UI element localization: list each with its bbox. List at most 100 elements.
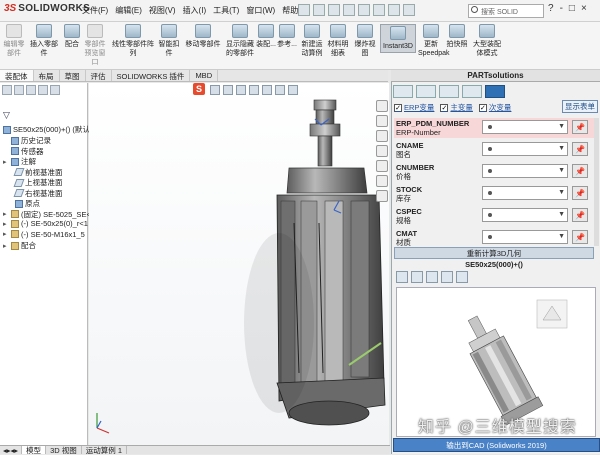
tree-item[interactable]: 原点 — [7, 198, 40, 209]
checkbox[interactable]: ✓ — [394, 103, 402, 112]
tree-item[interactable]: ▸ 注解 — [3, 156, 36, 167]
expand-arrow-icon[interactable]: ▸ — [3, 230, 9, 238]
property-manager-tab-icon[interactable] — [14, 85, 24, 95]
save-icon[interactable] — [328, 4, 340, 16]
command-tab[interactable]: 装配体 — [0, 70, 34, 81]
command-button[interactable]: 拍快照 — [446, 24, 468, 49]
open-file-icon[interactable] — [313, 4, 325, 16]
property-value-dropdown[interactable]: ▼ — [482, 208, 568, 222]
tree-item[interactable]: ▸ 配合 — [3, 240, 36, 251]
minimize-button[interactable]: - — [560, 3, 563, 14]
property-value-dropdown[interactable]: ▼ — [482, 142, 568, 156]
appearances-icon[interactable] — [376, 160, 388, 172]
command-button[interactable]: 移动零部件 — [182, 24, 224, 49]
command-tab[interactable]: 布局 — [34, 70, 60, 81]
tree-item[interactable]: ▸ (固定) SE-5025_SE< — [3, 209, 91, 220]
menu-item[interactable]: 文件(F) — [82, 5, 108, 16]
help-icon[interactable] — [485, 85, 505, 98]
menu-item[interactable]: 视图(V) — [149, 5, 176, 16]
close-button[interactable]: × — [581, 3, 587, 14]
command-button[interactable]: 插入零部件 — [28, 24, 60, 58]
partsolutions-tab-icon[interactable] — [376, 190, 388, 202]
tree-item[interactable]: 上视基准面 — [7, 177, 63, 188]
preview-home-icon[interactable] — [396, 271, 408, 283]
tree-item[interactable]: 传感器 — [3, 146, 44, 157]
command-button[interactable]: 大型装配体模式 — [470, 24, 504, 58]
search-icon[interactable] — [471, 6, 478, 13]
expand-arrow-icon[interactable]: ▸ — [3, 210, 9, 218]
pin-icon[interactable]: 📌 — [572, 186, 588, 200]
help-button[interactable]: ? — [548, 3, 554, 14]
command-button[interactable]: 更新Speedpak — [418, 24, 450, 58]
file-explorer-icon[interactable] — [376, 130, 388, 142]
expand-arrow-icon[interactable]: ▸ — [3, 242, 9, 250]
resources-icon[interactable] — [376, 100, 388, 112]
tree-item[interactable]: ▸ (-) SE-50-M16x1_5 — [3, 230, 85, 239]
expand-arrow-icon[interactable]: ▸ — [3, 158, 9, 166]
command-button[interactable]: 材料明细表 — [326, 24, 350, 58]
command-button[interactable]: 参考... — [276, 24, 298, 49]
preview-image-icon[interactable] — [441, 271, 453, 283]
preview-2d-icon[interactable] — [411, 271, 423, 283]
table-icon[interactable] — [416, 85, 436, 98]
command-button[interactable]: 零部件预览窗口 — [82, 24, 108, 67]
command-button[interactable]: 线性零部件阵列 — [110, 24, 156, 58]
options-icon[interactable] — [403, 4, 415, 16]
dimxpert-tab-icon[interactable] — [38, 85, 48, 95]
tree-item[interactable]: 历史记录 — [3, 135, 51, 146]
command-tab[interactable]: SOLIDWORKS 插件 — [112, 70, 191, 81]
property-value-dropdown[interactable]: ▼ — [482, 186, 568, 200]
new-file-icon[interactable] — [298, 4, 310, 16]
regenerate-3d-button[interactable]: 重新计算3D几何 — [394, 247, 594, 259]
bottom-tab[interactable]: 3D 视图 — [46, 446, 82, 455]
tree-item[interactable]: 右视基准面 — [7, 188, 63, 199]
pane-scrollbar[interactable] — [594, 118, 599, 246]
pin-icon[interactable]: 📌 — [572, 120, 588, 134]
tree-item[interactable]: ▸ (-) SE-50x25(0)_r<1 — [3, 219, 88, 228]
bottom-tab[interactable]: 模型 — [22, 446, 47, 455]
pin-icon[interactable]: 📌 — [572, 142, 588, 156]
display-tab-icon[interactable] — [50, 85, 60, 95]
checkbox[interactable]: ✓ — [440, 103, 449, 112]
command-button[interactable]: 装配... — [256, 24, 276, 49]
maximize-button[interactable]: □ — [569, 3, 575, 14]
sogou-input-icon[interactable]: S — [193, 83, 205, 95]
rebuild-icon[interactable] — [388, 4, 400, 16]
undo-icon[interactable] — [358, 4, 370, 16]
pin-icon[interactable]: 📌 — [572, 164, 588, 178]
property-value-dropdown[interactable]: ▼ — [482, 120, 568, 134]
section-view-icon[interactable] — [249, 85, 259, 95]
hide-show-icon[interactable] — [288, 85, 298, 95]
tree-item[interactable]: 前视基准面 — [7, 167, 63, 178]
view-orientation-icon[interactable] — [262, 85, 272, 95]
select-icon[interactable] — [373, 4, 385, 16]
catalog-icon[interactable] — [393, 85, 413, 98]
menu-item[interactable]: 窗口(W) — [246, 5, 275, 16]
variable-filter[interactable]: ✓ 主变量 — [440, 102, 473, 113]
preview-3d-icon[interactable] — [426, 271, 438, 283]
command-button[interactable]: 智能扣件 — [158, 24, 180, 58]
previous-view-icon[interactable] — [236, 85, 246, 95]
checkbox[interactable]: ✓ — [478, 103, 487, 112]
display-style-icon[interactable] — [275, 85, 285, 95]
command-button[interactable]: 显示隐藏的零部件 — [226, 24, 254, 58]
filter-icon[interactable]: ▽ — [3, 110, 10, 121]
variable-filter[interactable]: ✓ 次变量 — [478, 102, 511, 113]
command-button[interactable]: 新建运动算例 — [300, 24, 324, 58]
tab-scroll-arrows[interactable]: ◂▸◂▸ — [0, 446, 23, 455]
menu-item[interactable]: 编辑(E) — [115, 5, 142, 16]
export-to-cad-button[interactable]: 输出到CAD (Solidworks 2019) — [393, 438, 600, 452]
custom-properties-icon[interactable] — [376, 175, 388, 187]
pin-icon[interactable]: 📌 — [572, 230, 588, 244]
expand-arrow-icon[interactable]: ▸ — [3, 220, 9, 228]
feature-tree-tab-icon[interactable] — [2, 85, 12, 95]
command-tab[interactable]: 评估 — [86, 70, 112, 81]
search-input[interactable]: 搜索 SOLID — [468, 4, 544, 18]
configuration-tab-icon[interactable] — [26, 85, 36, 95]
variable-filter[interactable]: ✓ ERP变量 — [394, 102, 434, 113]
tree-root[interactable]: SE50x25(000)+() (默认 — [3, 124, 90, 135]
command-tab[interactable]: MBD — [190, 70, 219, 81]
pin-icon[interactable]: 📌 — [572, 208, 588, 222]
command-button[interactable]: Instant3D — [380, 24, 416, 53]
favorites-icon[interactable] — [439, 85, 459, 98]
